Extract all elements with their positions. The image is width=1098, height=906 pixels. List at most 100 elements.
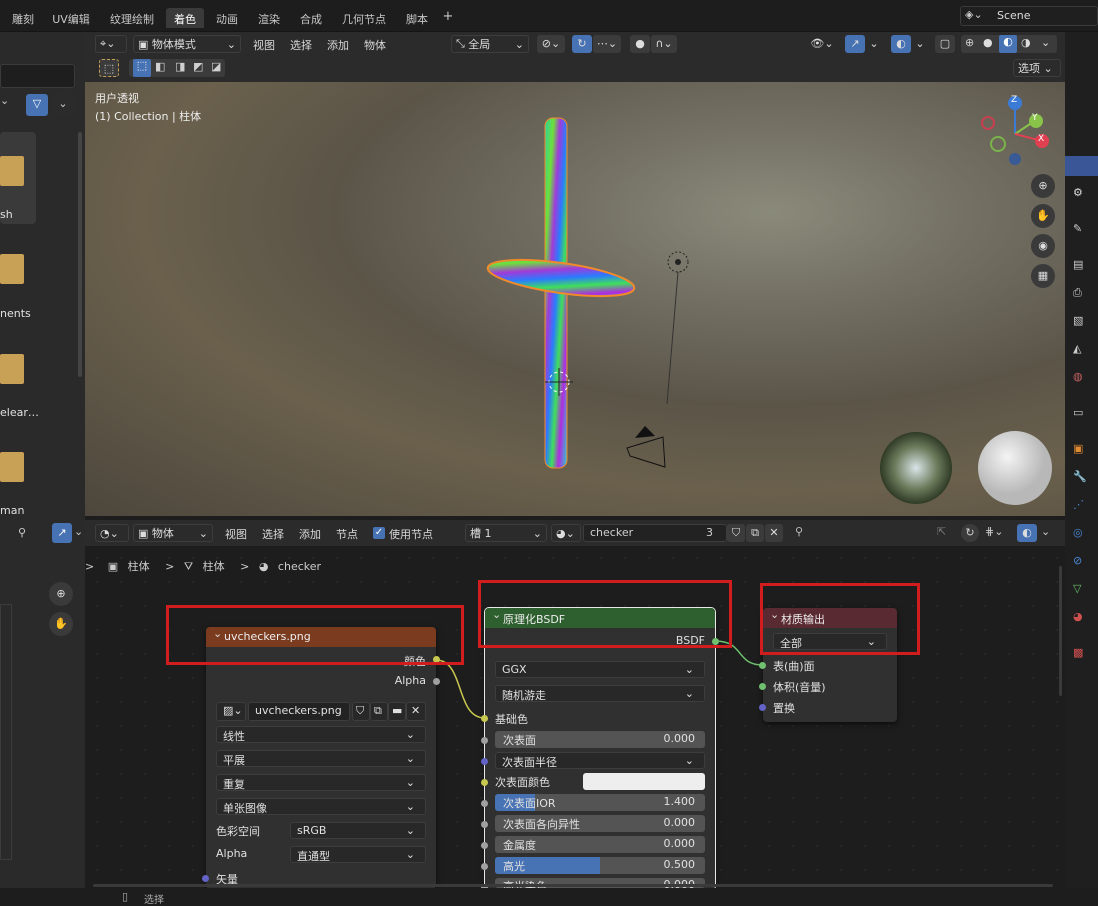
physics-tab-icon[interactable]: ◎ [1073,526,1083,539]
object-selector[interactable]: ▣ 物体 ⌄ [133,524,213,542]
vector-input-socket[interactable] [202,875,209,882]
3d-viewport[interactable]: 用户透视 (1) Collection | 柱体 Z Y X ⊕ ✋ ◉ ▦ [85,82,1065,516]
menu-select[interactable]: 选择 [290,37,312,53]
falloff-icon[interactable]: ∩⌄ [651,35,677,53]
surface-input-socket[interactable] [759,662,766,669]
scene-selector[interactable]: ◈⌄ Scene [960,6,1098,26]
navigation-gizmo[interactable]: Z Y X [980,94,1050,170]
fake-user-icon[interactable]: ⛉ [352,702,370,721]
material-name-field[interactable]: checker 3 [583,524,727,542]
horizontal-scrollbar[interactable] [93,884,1053,887]
xray-icon[interactable]: ▢ [935,35,955,53]
mode-selector[interactable]: ▣ 物体模式 ⌄ [133,35,241,53]
transform-orientation[interactable]: ⤡ 全局 ⌄ [451,35,529,53]
modifier-tab-icon[interactable]: 🔧 [1073,470,1087,483]
rendered-shading-icon[interactable]: ◑ [1021,36,1031,49]
render-tab-icon[interactable]: ▤ [1073,258,1083,271]
pin-icon[interactable]: ⚲ [18,526,26,539]
scrollbar[interactable] [78,132,82,377]
chevron-down-icon[interactable]: ⌄ [867,35,881,53]
scene-tab-icon[interactable]: ◭ [1073,342,1081,355]
solid-shading-icon[interactable]: ● [983,36,993,49]
menu-node[interactable]: 节点 [336,526,358,542]
pivot-icon[interactable]: ⊘⌄ [537,35,565,53]
interpolation-dropdown[interactable]: 线性 ⌄ [216,726,426,743]
add-workspace-button[interactable]: + [440,6,456,26]
cylinder-object[interactable] [486,117,637,469]
select-subtract-icon[interactable]: ◨ [175,60,185,73]
basecolor-input-socket[interactable] [481,715,488,722]
material-tab-icon[interactable]: ◕ [1073,610,1083,623]
file-search-input[interactable] [0,64,75,88]
constraints-tab-icon[interactable]: ⊘ [1073,554,1082,567]
tab-uv[interactable]: UV编辑 [46,8,96,28]
subsurface-anisotropy-field[interactable]: 次表面各向异性 0.000 [495,815,705,832]
snap-icon[interactable]: ↻ [961,524,979,542]
menu-select[interactable]: 选择 [262,526,284,542]
projection-dropdown[interactable]: 平展 ⌄ [216,750,426,767]
proportional-edit-icon[interactable]: ● [630,35,650,53]
subsurface-field[interactable]: 次表面 0.000 [495,731,705,748]
hand-pan-icon[interactable]: ✋ [49,612,73,636]
fake-user-icon[interactable]: ⛉ [727,524,745,542]
menu-view[interactable]: 视图 [253,37,275,53]
tab-shading[interactable]: 着色 [166,8,204,28]
select-box-icon[interactable]: ⬚ [99,59,119,77]
visibility-icon[interactable]: 👁⌄ [809,35,835,53]
source-dropdown[interactable]: 单张图像 ⌄ [216,798,426,815]
list-panel[interactable] [0,604,12,860]
texture-tab-icon[interactable]: ▩ [1073,646,1083,659]
select-intersect-icon[interactable]: ◪ [211,60,221,73]
menu-view[interactable]: 视图 [225,526,247,542]
snap-target-icon[interactable]: ⋯⌄ [593,35,621,53]
displacement-input-socket[interactable] [759,704,766,711]
subsurface-color-swatch[interactable] [583,773,705,790]
chevron-down-icon[interactable]: ⌄ [913,35,927,53]
close-icon[interactable]: ✕ [406,702,426,721]
snap-icon[interactable]: ↻ [572,35,592,53]
chevron-down-icon[interactable]: ⌄ [1041,525,1050,538]
vertical-scrollbar[interactable] [1059,566,1062,696]
extension-dropdown[interactable]: 重复 ⌄ [216,774,426,791]
close-icon[interactable]: ✕ [765,524,783,542]
open-folder-icon[interactable]: ▬ [388,702,406,721]
options-dropdown[interactable]: 选项 ⌄ [1013,59,1061,77]
alpha-mode-dropdown[interactable]: 直通型 ⌄ [290,846,426,863]
slot-selector[interactable]: 槽 1 ⌄ [465,524,547,542]
snap-settings-icon[interactable]: ⋕⌄ [985,525,1003,538]
filter-icon[interactable]: ▽ [26,94,48,116]
wireframe-shading-icon[interactable]: ⊕ [965,36,974,49]
subsurface-radius-socket[interactable] [481,758,488,765]
colorspace-dropdown[interactable]: sRGB ⌄ [290,822,426,839]
output-tab-icon[interactable]: ⎙ [1073,286,1082,300]
camera-object[interactable] [626,426,666,468]
duplicate-icon[interactable]: ⧉ [370,702,388,721]
subsurface-color-socket[interactable] [481,779,488,786]
outliner-selected-row[interactable] [1065,156,1098,176]
image-name-field[interactable]: uvcheckers.png [248,702,350,721]
tool-tab-icon[interactable]: ⚙ [1073,186,1083,199]
overlay-icon[interactable]: ◐ [1017,524,1037,542]
subsurface-method-dropdown[interactable]: 随机游走 ⌄ [495,685,705,702]
pin-icon[interactable]: ⚲ [795,525,803,538]
select-new-icon[interactable]: ⬚ [133,59,151,77]
tab-render[interactable]: 渲染 [250,8,288,28]
specular-socket[interactable] [481,863,488,870]
select-invert-icon[interactable]: ◩ [193,60,203,73]
grid-view-icon[interactable]: ▦ [1031,264,1055,288]
alpha-output-socket[interactable] [433,678,440,685]
specular-field[interactable]: 高光 0.500 [495,857,705,874]
metallic-field[interactable]: 金属度 0.000 [495,836,705,853]
light-object[interactable] [666,251,689,405]
menu-add[interactable]: 添加 [299,526,321,542]
image-browse-icon[interactable]: ▨⌄ [216,702,246,721]
collection-tab-icon[interactable]: ▭ [1073,406,1083,419]
select-extend-icon[interactable]: ◧ [155,60,165,73]
chevron-down-icon[interactable]: ⌄ [74,525,83,538]
object-tab-icon[interactable]: ▣ [1073,442,1083,455]
tab-geometry-nodes[interactable]: 几何节点 [336,8,392,28]
tab-sculpt[interactable]: 雕刻 [4,8,42,28]
metallic-socket[interactable] [481,842,488,849]
node-editor-canvas[interactable]: > ▣ 柱体 > ⛛ 柱体 > ◕ checker ⊕ ✋ uvcheckers… [49,546,1065,891]
particles-tab-icon[interactable]: ⋰ [1073,498,1084,511]
